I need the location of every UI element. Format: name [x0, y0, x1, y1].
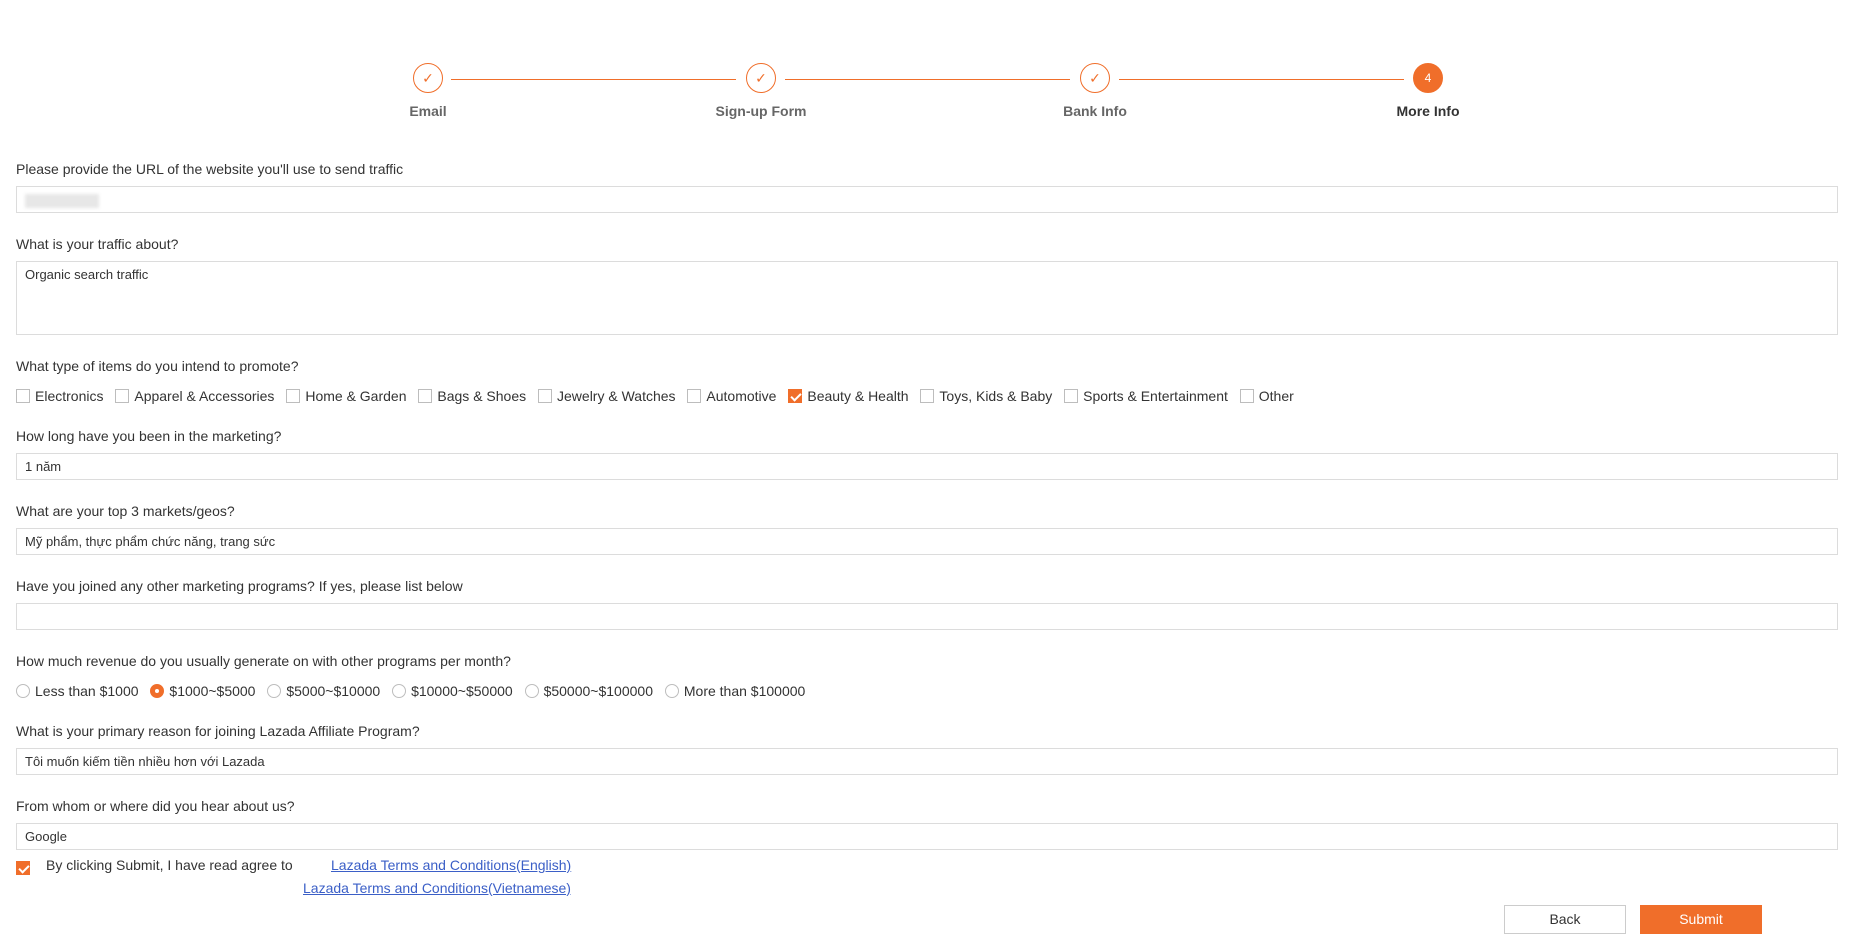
- option-label: Other: [1258, 388, 1294, 404]
- agree-text: By clicking Submit, I have read agree to: [46, 857, 293, 873]
- option-label: Beauty & Health: [807, 388, 909, 404]
- checkbox-icon[interactable]: [286, 389, 301, 403]
- option-label: $50000~$100000: [543, 683, 653, 699]
- checkbox-icon[interactable]: [1239, 389, 1254, 403]
- step-number: 4: [1413, 63, 1443, 93]
- option-label: $1000~$5000: [169, 683, 256, 699]
- option-label: Apparel & Accessories: [134, 388, 275, 404]
- option-label: Less than $1000: [35, 683, 139, 699]
- source-group: From whom or where did you hear about us…: [16, 797, 1838, 850]
- other-programs-label: Have you joined any other marketing prog…: [16, 578, 463, 594]
- checkbox-beauty-health[interactable]: Beauty & Health: [788, 387, 909, 405]
- revenue-options: Less than $1000 $1000~$5000 $5000~$10000…: [16, 682, 1838, 700]
- other-programs-input[interactable]: [16, 603, 1838, 630]
- checkbox-icon[interactable]: [538, 389, 553, 403]
- redacted-value: [25, 193, 99, 208]
- check-icon: ✓: [746, 63, 776, 93]
- radio-icon[interactable]: [392, 684, 407, 698]
- experience-label: How long have you been in the marketing?: [16, 428, 282, 444]
- terms-link-english[interactable]: Lazada Terms and Conditions(English): [331, 857, 571, 873]
- checkbox-bags-shoes[interactable]: Bags & Shoes: [418, 387, 526, 405]
- option-label: $5000~$10000: [286, 683, 381, 699]
- option-label: Bags & Shoes: [437, 388, 527, 404]
- source-label: From whom or where did you hear about us…: [16, 798, 295, 814]
- radio-5000-10000[interactable]: $5000~$10000: [267, 682, 380, 700]
- radio-icon[interactable]: [16, 684, 30, 698]
- step-label: Sign-up Form: [715, 103, 807, 119]
- checkbox-icon[interactable]: [16, 389, 30, 403]
- option-label: $10000~$50000: [411, 683, 513, 699]
- website-url-label: Please provide the URL of the website yo…: [16, 161, 404, 177]
- item-types-options: Electronics Apparel & Accessories Home &…: [16, 387, 1838, 405]
- back-button[interactable]: Back: [1504, 905, 1626, 934]
- revenue-label: How much revenue do you usually generate…: [16, 653, 511, 669]
- markets-group: What are your top 3 markets/geos? Mỹ phẩ…: [16, 502, 1838, 555]
- step-bank-info: ✓ Bank Info: [995, 60, 1195, 119]
- checkbox-apparel[interactable]: Apparel & Accessories: [115, 387, 274, 405]
- option-label: Jewelry & Watches: [557, 388, 676, 404]
- checkbox-icon[interactable]: [1064, 389, 1079, 403]
- radio-50000-100000[interactable]: $50000~$100000: [524, 682, 653, 700]
- website-url-input[interactable]: [16, 186, 1838, 213]
- other-programs-group: Have you joined any other marketing prog…: [16, 577, 1838, 630]
- submit-button[interactable]: Submit: [1640, 905, 1762, 934]
- check-icon: ✓: [413, 63, 443, 93]
- option-label: Sports & Entertainment: [1083, 388, 1228, 404]
- checkbox-sports-entertainment[interactable]: Sports & Entertainment: [1064, 387, 1228, 405]
- option-label: Toys, Kids & Baby: [939, 388, 1053, 404]
- checkbox-automotive[interactable]: Automotive: [687, 387, 776, 405]
- experience-group: How long have you been in the marketing?…: [16, 427, 1838, 480]
- step-label: Bank Info: [1063, 103, 1127, 119]
- option-label: More than $100000: [683, 683, 806, 699]
- checkbox-icon[interactable]: [920, 389, 935, 403]
- checkbox-home-garden[interactable]: Home & Garden: [286, 387, 407, 405]
- markets-input[interactable]: Mỹ phẩm, thực phẩm chức năng, trang sức: [16, 528, 1838, 555]
- traffic-group: What is your traffic about? Organic sear…: [16, 235, 1838, 335]
- checkbox-icon[interactable]: [418, 389, 433, 403]
- step-email: ✓ Email: [328, 60, 528, 119]
- checkbox-jewelry-watches[interactable]: Jewelry & Watches: [538, 387, 676, 405]
- radio-icon[interactable]: [267, 684, 282, 698]
- checkbox-other[interactable]: Other: [1239, 387, 1294, 405]
- checkbox-icon[interactable]: [687, 389, 702, 403]
- check-icon: ✓: [1080, 63, 1110, 93]
- option-label: Home & Garden: [305, 388, 407, 404]
- checkbox-toys-kids-baby[interactable]: Toys, Kids & Baby: [920, 387, 1052, 405]
- item-types-group: What type of items do you intend to prom…: [16, 357, 1838, 405]
- terms-link-vietnamese[interactable]: Lazada Terms and Conditions(Vietnamese): [303, 880, 571, 896]
- option-label: Automotive: [706, 388, 777, 404]
- progress-stepper: ✓ Email ✓ Sign-up Form ✓ Bank Info 4 Mor…: [0, 60, 1852, 130]
- reason-label: What is your primary reason for joining …: [16, 723, 420, 739]
- revenue-group: How much revenue do you usually generate…: [16, 652, 1838, 700]
- item-types-label: What type of items do you intend to prom…: [16, 358, 299, 374]
- markets-label: What are your top 3 markets/geos?: [16, 503, 235, 519]
- radio-icon[interactable]: [524, 684, 539, 698]
- source-input[interactable]: Google: [16, 823, 1838, 850]
- traffic-textarea[interactable]: Organic search traffic: [16, 261, 1838, 335]
- step-signup-form: ✓ Sign-up Form: [661, 60, 861, 119]
- reason-group: What is your primary reason for joining …: [16, 722, 1838, 775]
- radio-selected-icon[interactable]: [150, 684, 165, 698]
- traffic-label: What is your traffic about?: [16, 236, 179, 252]
- reason-input[interactable]: Tôi muốn kiếm tiền nhiều hơn với Lazada: [16, 748, 1838, 775]
- website-url-group: Please provide the URL of the website yo…: [16, 160, 1838, 213]
- checkbox-icon[interactable]: [115, 389, 130, 403]
- step-label: More Info: [1396, 103, 1460, 119]
- agree-checkbox[interactable]: [16, 861, 30, 875]
- radio-icon[interactable]: [664, 684, 679, 698]
- step-label: Email: [409, 103, 447, 119]
- experience-input[interactable]: 1 năm: [16, 453, 1838, 480]
- radio-10000-50000[interactable]: $10000~$50000: [392, 682, 513, 700]
- checkbox-electronics[interactable]: Electronics: [16, 387, 103, 405]
- radio-more-100000[interactable]: More than $100000: [664, 682, 806, 700]
- more-info-page: ✓ Email ✓ Sign-up Form ✓ Bank Info 4 Mor…: [0, 0, 1852, 941]
- radio-less-1000[interactable]: Less than $1000: [16, 682, 139, 700]
- checkbox-checked-icon[interactable]: [788, 389, 803, 403]
- option-label: Electronics: [35, 388, 104, 404]
- more-info-form: Please provide the URL of the website yo…: [16, 160, 1838, 872]
- radio-1000-5000[interactable]: $1000~$5000: [150, 682, 255, 700]
- step-more-info: 4 More Info: [1328, 60, 1528, 119]
